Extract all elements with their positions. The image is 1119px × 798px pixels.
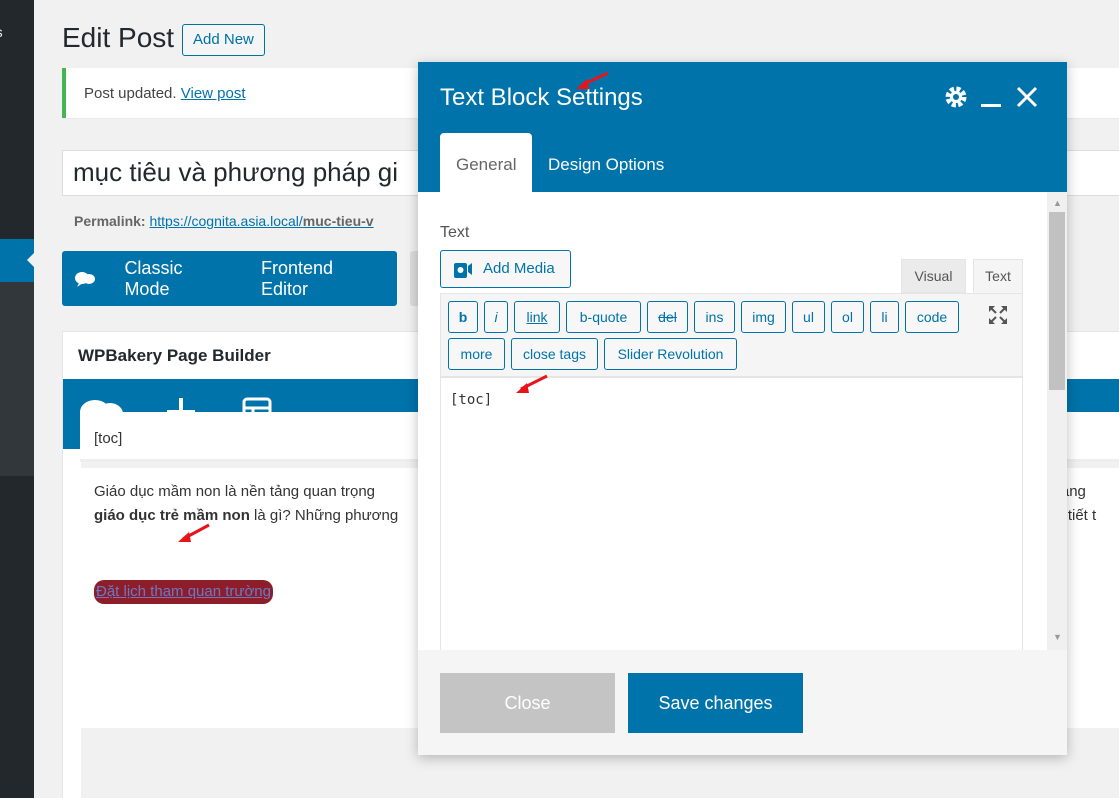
paragraph-bold: giáo dục trẻ mầm non [94, 507, 250, 524]
page-title: Edit Post [62, 22, 175, 53]
modal-header: Text Block Settings General Design Optio… [418, 62, 1067, 192]
modal-footer: Close Save changes [418, 650, 1067, 755]
qt-ol-button[interactable]: ol [831, 301, 864, 333]
modal-body: Text Add Media Visual Text b i link b-qu… [418, 192, 1067, 650]
permalink-base: https://cognita.asia.local/ [149, 213, 303, 229]
media-icon [453, 260, 473, 284]
wpbakery-logo-icon [62, 270, 108, 288]
add-media-button[interactable]: Add Media [440, 250, 571, 288]
content-textarea[interactable]: [toc] [440, 377, 1023, 650]
sidebar-item-fragment[interactable]: ons [0, 24, 3, 40]
close-button[interactable]: Close [440, 673, 615, 733]
gear-icon[interactable] [943, 84, 969, 115]
classic-mode-button[interactable]: Classic Mode [124, 258, 229, 300]
permalink: Permalink: https://cognita.asia.local/mu… [74, 213, 374, 229]
add-media-label: Add Media [483, 260, 555, 277]
qt-italic-button[interactable]: i [484, 301, 508, 333]
tab-text[interactable]: Text [973, 259, 1023, 293]
tab-design-options[interactable]: Design Options [532, 133, 680, 192]
view-post-link[interactable]: View post [181, 85, 246, 102]
permalink-link[interactable]: https://cognita.asia.local/muc-tieu-v [149, 213, 373, 229]
schedule-visit-link[interactable]: Đặt lịch tham quan trường [94, 580, 273, 604]
paragraph-rest: là gì? Những phương [249, 507, 399, 524]
modal-title: Text Block Settings [440, 84, 643, 111]
tab-visual[interactable]: Visual [901, 259, 966, 293]
close-icon[interactable] [1016, 86, 1038, 113]
qt-ins-button[interactable]: ins [694, 301, 735, 333]
qt-more-button[interactable]: more [448, 338, 505, 370]
toc-text: [toc] [94, 430, 123, 447]
sidebar-item-posts-active[interactable] [0, 239, 34, 282]
modal-scrollbar[interactable]: ▲ ▼ [1047, 192, 1067, 650]
frontend-editor-button[interactable]: Frontend Editor [261, 258, 381, 300]
save-changes-button[interactable]: Save changes [628, 673, 803, 733]
permalink-label: Permalink: [74, 213, 146, 229]
qt-ul-button[interactable]: ul [792, 301, 825, 333]
qt-del-button[interactable]: del [647, 301, 688, 333]
tab-general[interactable]: General [440, 133, 532, 192]
sidebar-submenu [0, 282, 34, 476]
notice-text: Post updated. [84, 85, 177, 102]
red-arrow-annotation [178, 523, 210, 542]
qt-code-button[interactable]: code [905, 301, 959, 333]
qt-close-tags-button[interactable]: close tags [511, 338, 598, 370]
scroll-down-icon[interactable]: ▼ [1053, 632, 1062, 642]
permalink-slug: muc-tieu-v [302, 213, 374, 229]
qt-bquote-button[interactable]: b-quote [566, 301, 641, 333]
scroll-up-icon[interactable]: ▲ [1053, 198, 1062, 208]
qt-li-button[interactable]: li [870, 301, 899, 333]
admin-sidebar: ons e [0, 0, 34, 798]
qt-img-button[interactable]: img [741, 301, 786, 333]
wpb-box-title: WPBakery Page Builder [78, 346, 271, 365]
wpb-mode-bar: Classic Mode Frontend Editor [62, 251, 397, 306]
red-arrow-annotation [516, 374, 548, 393]
qt-link-button[interactable]: link [514, 301, 560, 333]
qt-slider-revolution-button[interactable]: Slider Revolution [604, 338, 737, 370]
red-arrow-annotation [576, 71, 609, 89]
text-block-settings-modal: Text Block Settings General Design Optio… [418, 62, 1067, 755]
fullscreen-icon[interactable] [987, 304, 1009, 332]
text-field-label: Text [440, 224, 470, 241]
scrollbar-thumb[interactable] [1049, 212, 1065, 390]
minimize-icon[interactable] [980, 84, 1002, 115]
add-new-button[interactable]: Add New [182, 24, 265, 56]
quicktags-toolbar: b i link b-quote del ins img ul ol li co… [440, 293, 1023, 377]
qt-bold-button[interactable]: b [448, 301, 478, 333]
